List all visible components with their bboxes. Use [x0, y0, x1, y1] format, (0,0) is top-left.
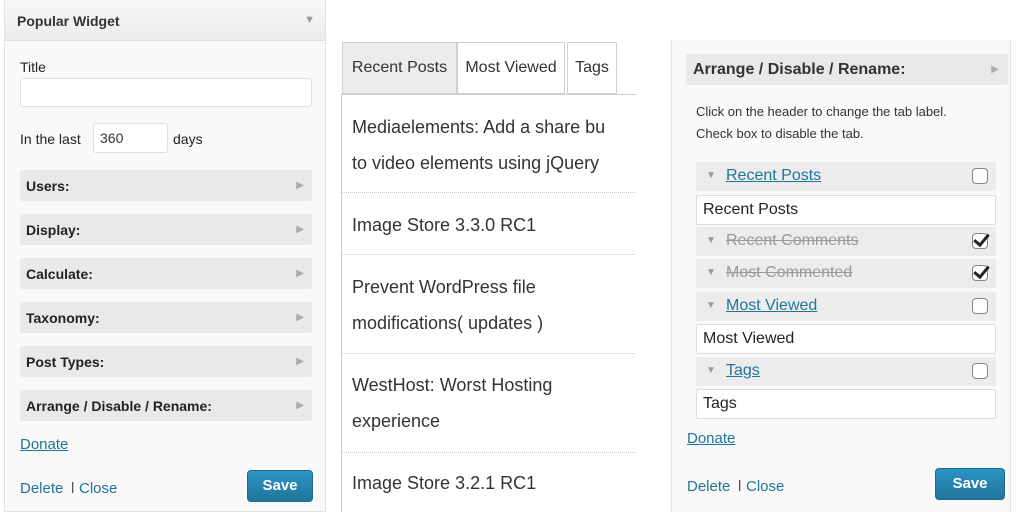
tab-row-recent-comments: ▼ Recent Comments	[696, 227, 996, 256]
delete-link[interactable]: Delete	[687, 478, 730, 495]
section-display[interactable]: Display: ▶	[20, 214, 312, 245]
section-users[interactable]: Users: ▶	[20, 170, 312, 201]
post-item[interactable]: Image Store 3.3.0 RC1	[352, 207, 636, 243]
section-label: Calculate:	[26, 266, 93, 282]
close-link[interactable]: Close	[79, 480, 117, 497]
disable-checkbox[interactable]	[972, 168, 988, 184]
save-button[interactable]: Save	[935, 468, 1005, 500]
post-title-line: Prevent WordPress file	[352, 277, 536, 297]
section-post-types[interactable]: Post Types: ▶	[20, 346, 312, 377]
tab-row-most-viewed: ▼ Most Viewed	[696, 292, 996, 321]
disable-checkbox[interactable]	[972, 265, 988, 281]
post-title-line: modifications( updates )	[352, 313, 544, 333]
donate-link[interactable]: Donate	[687, 430, 735, 447]
arrange-section-header[interactable]: Arrange / Disable / Rename: ▶	[686, 54, 1008, 85]
link-separator: l	[738, 478, 742, 495]
disable-checkbox[interactable]	[972, 363, 988, 379]
post-title-line: to video elements using jQuery	[352, 153, 600, 173]
rename-input[interactable]: Most Viewed	[696, 324, 996, 354]
post-item[interactable]: Prevent WordPress file modifications( up…	[352, 269, 636, 341]
triangle-down-icon[interactable]: ▼	[304, 14, 315, 26]
in-the-last-label: In the last	[20, 131, 81, 147]
post-divider	[342, 353, 636, 354]
post-item[interactable]: Image Store 3.2.1 RC1	[352, 465, 636, 501]
disable-checkbox[interactable]	[972, 298, 988, 314]
link-separator: l	[71, 480, 75, 497]
post-title-line: Image Store 3.3.0 RC1	[352, 215, 537, 235]
title-input[interactable]	[20, 78, 312, 107]
triangle-right-icon: ▶	[296, 356, 304, 367]
section-label: Arrange / Disable / Rename:	[26, 398, 212, 414]
post-item[interactable]: WestHost: Worst Hosting experience	[352, 367, 636, 439]
post-divider	[342, 192, 636, 193]
post-title-line: Mediaelements: Add a share bu	[352, 117, 606, 137]
donate-link[interactable]: Donate	[20, 436, 68, 453]
rename-input[interactable]: Tags	[696, 389, 996, 419]
arrange-disable-rename-panel: Arrange / Disable / Rename: ▶ Click on t…	[671, 40, 1011, 512]
tab-label-link[interactable]: Recent Comments	[726, 232, 859, 250]
tab-label-link[interactable]: Most Commented	[726, 264, 852, 282]
disable-checkbox[interactable]	[972, 233, 988, 249]
title-label: Title	[20, 59, 46, 75]
post-title-line: experience	[352, 411, 441, 431]
tab-most-viewed[interactable]: Most Viewed	[457, 42, 565, 94]
widget-title: Popular Widget	[17, 13, 120, 29]
section-label: Arrange / Disable / Rename:	[693, 61, 906, 78]
section-label: Taxonomy:	[26, 310, 100, 326]
triangle-right-icon: ▶	[296, 224, 304, 235]
days-input[interactable]	[93, 123, 168, 153]
tab-label-link[interactable]: Tags	[726, 362, 760, 380]
delete-link[interactable]: Delete	[20, 480, 63, 497]
tab-row-most-commented: ▼ Most Commented	[696, 259, 996, 288]
post-divider	[342, 254, 636, 255]
tab-tags[interactable]: Tags	[567, 42, 617, 94]
section-label: Users:	[26, 178, 70, 194]
help-text: Click on the header to change the tab la…	[696, 104, 947, 119]
save-button[interactable]: Save	[247, 470, 313, 502]
tab-recent-posts[interactable]: Recent Posts	[342, 42, 457, 94]
triangle-right-icon: ▶	[296, 180, 304, 191]
help-text: Check box to disable the tab.	[696, 126, 864, 141]
section-calculate[interactable]: Calculate: ▶	[20, 258, 312, 289]
triangle-right-icon: ▶	[296, 400, 304, 411]
post-list: Mediaelements: Add a share bu to video e…	[341, 94, 636, 512]
tab-label-link[interactable]: Most Viewed	[726, 297, 817, 315]
tab-label-link[interactable]: Recent Posts	[726, 167, 821, 185]
tabbed-posts-preview: Recent Posts Most Viewed Tags Mediaeleme…	[341, 42, 636, 512]
triangle-right-icon: ▶	[296, 268, 304, 279]
popular-widget-panel: Popular Widget ▼ Title In the last days …	[4, 0, 326, 512]
section-label: Post Types:	[26, 354, 105, 370]
close-link[interactable]: Close	[746, 478, 784, 495]
rename-input[interactable]: Recent Posts	[696, 195, 996, 225]
triangle-right-icon: ▶	[991, 64, 999, 75]
post-divider	[342, 452, 636, 453]
section-label: Display:	[26, 222, 81, 238]
triangle-down-icon[interactable]: ▼	[706, 300, 716, 311]
triangle-down-icon[interactable]: ▼	[706, 267, 716, 278]
section-taxonomy[interactable]: Taxonomy: ▶	[20, 302, 312, 333]
section-arrange[interactable]: Arrange / Disable / Rename: ▶	[20, 390, 312, 421]
post-item[interactable]: Mediaelements: Add a share bu to video e…	[352, 109, 636, 181]
triangle-right-icon: ▶	[296, 312, 304, 323]
triangle-down-icon[interactable]: ▼	[706, 365, 716, 376]
days-label: days	[173, 131, 203, 147]
widget-header[interactable]: Popular Widget ▼	[5, 0, 325, 41]
triangle-down-icon[interactable]: ▼	[706, 170, 716, 181]
triangle-down-icon[interactable]: ▼	[706, 235, 716, 246]
post-title-line: WestHost: Worst Hosting	[352, 375, 553, 395]
tab-row-recent-posts: ▼ Recent Posts	[696, 162, 996, 191]
post-title-line: Image Store 3.2.1 RC1	[352, 473, 537, 493]
tab-row-tags: ▼ Tags	[696, 357, 996, 386]
